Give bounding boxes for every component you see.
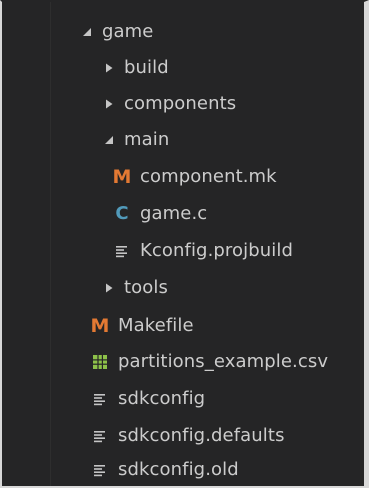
- tree-file-partitions-example-csv[interactable]: partitions_example.csv: [2, 344, 364, 380]
- tree-item-label: main: [124, 129, 170, 150]
- csv-table-icon: [90, 352, 110, 372]
- chevron-right-icon[interactable]: [100, 278, 118, 298]
- tree-folder-game[interactable]: game: [2, 14, 364, 50]
- tree-item-label: Makefile: [118, 315, 194, 336]
- tree-folder-build[interactable]: build: [2, 50, 364, 86]
- tree-folder-components[interactable]: components: [2, 86, 364, 122]
- text-lines-icon: [90, 460, 110, 480]
- c-file-icon: C: [115, 203, 129, 224]
- text-lines-icon: [112, 241, 132, 261]
- chevron-right-icon[interactable]: [100, 58, 118, 78]
- tree-file-makefile[interactable]: M Makefile: [2, 308, 364, 344]
- tree-item-label: game.c: [140, 203, 208, 224]
- tree-item-label: sdkconfig.old: [118, 459, 239, 480]
- tree-file-sdkconfig-old[interactable]: sdkconfig.old: [2, 452, 364, 488]
- tree-item-label: sdkconfig: [118, 388, 206, 409]
- tree-item-label: sdkconfig.defaults: [118, 425, 285, 446]
- tree-item-label: Kconfig.projbuild: [140, 240, 294, 261]
- text-lines-icon: [90, 426, 110, 446]
- tree-file-sdkconfig[interactable]: sdkconfig: [2, 381, 364, 417]
- tree-file-kconfig-projbuild[interactable]: Kconfig.projbuild: [2, 233, 364, 269]
- chevron-right-icon[interactable]: [100, 94, 118, 114]
- chevron-down-icon[interactable]: [78, 22, 96, 42]
- tree-file-game-c[interactable]: C game.c: [2, 196, 364, 232]
- tree-folder-tools[interactable]: tools: [2, 270, 364, 306]
- tree-folder-main[interactable]: main: [2, 122, 364, 158]
- tree-item-label: build: [124, 57, 169, 78]
- text-lines-icon: [90, 389, 110, 409]
- makefile-icon: M: [112, 166, 132, 188]
- tree-file-sdkconfig-defaults[interactable]: sdkconfig.defaults: [2, 418, 364, 454]
- file-explorer-panel: game build components main M component.m…: [0, 0, 369, 488]
- makefile-icon: M: [90, 315, 110, 337]
- tree-item-label: component.mk: [140, 166, 277, 187]
- chevron-down-icon[interactable]: [100, 130, 118, 150]
- tree-item-label: game: [102, 21, 154, 42]
- tree-file-component-mk[interactable]: M component.mk: [2, 159, 364, 195]
- tree-item-label: tools: [124, 277, 168, 298]
- tree-item-label: partitions_example.csv: [118, 351, 329, 372]
- tree-item-label: components: [124, 93, 237, 114]
